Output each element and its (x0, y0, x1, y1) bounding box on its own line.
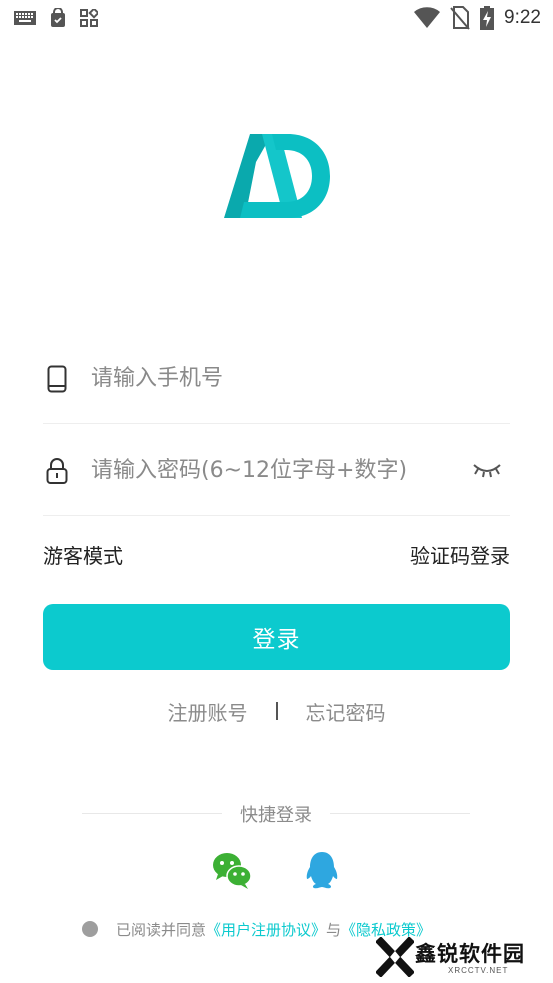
password-input[interactable] (91, 458, 461, 483)
phone-input[interactable] (91, 366, 461, 391)
apps-grid-icon (80, 9, 98, 27)
login-options: 游客模式 验证码登录 (43, 540, 510, 570)
wifi-icon (414, 7, 441, 29)
clock: 9:22 (504, 7, 541, 28)
watermark: 鑫锐软件园 XRCCTV.NET (374, 935, 534, 979)
user-agreement-link[interactable]: 《用户注册协议》 (206, 919, 326, 940)
register-link[interactable]: 注册账号 (168, 697, 248, 726)
battery-charging-icon (480, 6, 495, 30)
no-sim-icon (450, 6, 470, 30)
eye-closed-icon[interactable] (472, 459, 502, 481)
forgot-password-link[interactable]: 忘记密码 (306, 697, 386, 726)
watermark-logo-icon (376, 937, 414, 977)
status-bar-left (14, 8, 98, 28)
phone-field (43, 334, 510, 424)
app-logo (224, 134, 330, 218)
password-field (43, 426, 510, 516)
status-bar-right: 9:22 (414, 6, 541, 30)
shopping-bag-icon (51, 8, 65, 27)
guest-mode-link[interactable]: 游客模式 (43, 540, 123, 569)
quick-login-header: 快捷登录 (82, 800, 470, 828)
qq-icon[interactable] (302, 850, 342, 890)
sms-login-link[interactable]: 验证码登录 (410, 540, 510, 569)
keyboard-icon (14, 11, 36, 25)
quick-login-label: 快捷登录 (240, 805, 312, 826)
login-button[interactable]: 登录 (43, 604, 510, 670)
agreement-radio[interactable] (82, 921, 98, 937)
wechat-icon[interactable] (212, 850, 252, 890)
watermark-title: 鑫锐软件园 (415, 942, 525, 966)
account-links: 注册账号 忘记密码 (0, 696, 553, 726)
lock-icon (44, 456, 70, 486)
agreement-and: 与 (326, 920, 342, 939)
status-bar: 9:22 (0, 0, 553, 38)
watermark-subtitle: XRCCTV.NET (448, 966, 509, 975)
divider (330, 813, 470, 814)
divider (275, 702, 278, 720)
phone-icon (44, 364, 70, 394)
agreement-prefix: 已阅读并同意 (116, 920, 207, 939)
